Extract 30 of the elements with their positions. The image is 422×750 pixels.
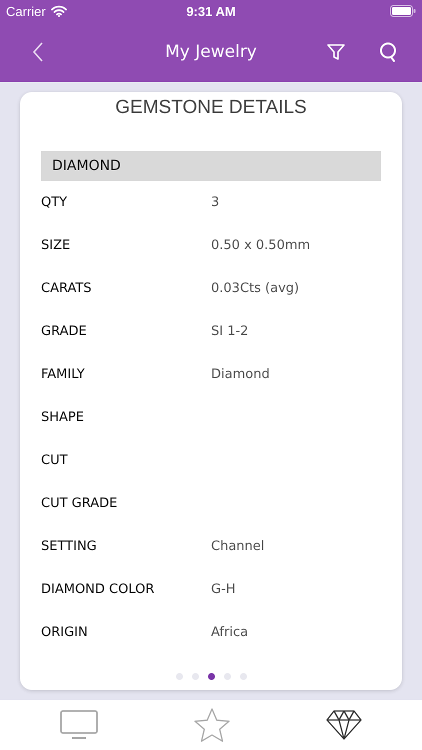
detail-label: GRADE [41,324,88,339]
detail-value: Diamond [211,367,270,382]
detail-label: CARATS [41,281,93,296]
detail-label: DIAMOND COLOR [41,582,156,597]
star-tab-icon[interactable] [194,708,230,742]
detail-label: CUT GRADE [41,496,118,511]
detail-value: Channel [211,539,264,554]
detail-label: FAMILY [41,367,86,382]
battery-icon [390,5,416,17]
detail-value: G-H [211,582,236,597]
page-dot[interactable] [208,673,214,680]
status-time: 9:31 AM [186,4,236,18]
wifi-icon [50,5,67,17]
detail-value: 0.50 x 0.50mm [211,238,310,253]
section-header: DIAMOND [41,151,381,181]
detail-label: CUT [41,453,69,468]
detail-label: SIZE [41,238,72,253]
detail-label: SHAPE [41,410,85,425]
carrier-label: Carrier [6,4,46,18]
nav-title: My Jewelry [165,42,257,62]
detail-label: ORIGIN [41,625,89,640]
detail-value: 3 [211,195,220,210]
detail-value: 0.03Cts (avg) [211,281,300,296]
detail-label: SETTING [41,539,98,554]
card-title: GEMSTONE DETAILS [114,98,308,120]
detail-label: QTY [41,195,68,210]
screen-tab-icon[interactable] [60,710,98,740]
diamond-tab-icon[interactable] [326,710,362,740]
detail-value: SI 1-2 [211,324,248,339]
detail-value: Africa [211,625,248,640]
